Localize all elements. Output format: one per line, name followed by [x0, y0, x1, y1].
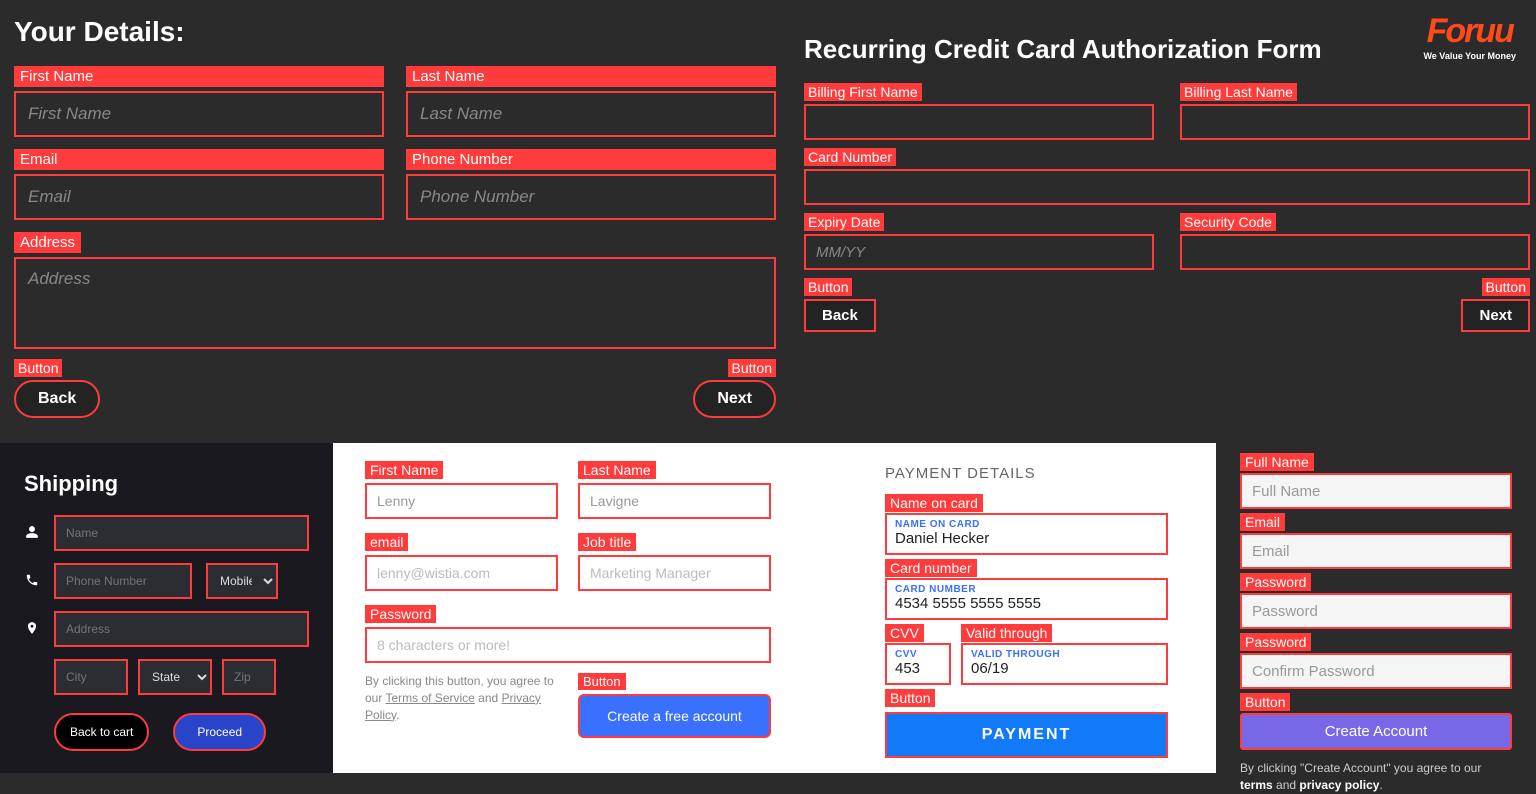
ca-email-label: Email [1240, 513, 1285, 531]
ca-fullname-input[interactable] [1240, 473, 1512, 509]
name-on-card-inner-label: NAME ON CARD [895, 519, 1158, 530]
shipping-phone-input[interactable] [54, 563, 192, 599]
valid-through-value: 06/19 [971, 660, 1158, 677]
first-name-input[interactable] [14, 91, 384, 137]
shipping-address-input[interactable] [54, 611, 309, 647]
su-email-input[interactable] [365, 555, 558, 591]
address-input[interactable] [14, 257, 776, 349]
su-pw-input[interactable] [365, 627, 771, 663]
security-input[interactable] [1180, 234, 1530, 270]
zip-input[interactable] [222, 659, 276, 695]
expiry-input[interactable] [804, 234, 1154, 270]
brand-logo: Foruu We Value Your Money [1423, 12, 1516, 61]
shipping-name-input[interactable] [54, 515, 309, 551]
email-input[interactable] [14, 174, 384, 220]
last-name-label: Last Name [406, 66, 776, 87]
cvv-inner-label: CVV [895, 649, 941, 660]
city-input[interactable] [54, 659, 128, 695]
security-label: Security Code [1180, 213, 1276, 231]
cvv-value: 453 [895, 660, 941, 677]
name-on-card-input[interactable]: NAME ON CARD Daniel Hecker [885, 513, 1168, 555]
phone-input[interactable] [406, 174, 776, 220]
card-number-field[interactable]: CARD NUMBER 4534 5555 5555 5555 [885, 578, 1168, 620]
name-on-card-value: Daniel Hecker [895, 530, 1158, 547]
cc-next-button[interactable]: Next [1461, 299, 1530, 332]
su-terms-text: By clicking this button, you agree to ou… [365, 673, 558, 723]
create-free-account-button[interactable]: Create a free account [578, 694, 771, 738]
su-email-label: email [365, 533, 408, 551]
phone-label: Phone Number [406, 149, 776, 170]
pin-icon [24, 621, 40, 638]
ca-cpw-input[interactable] [1240, 653, 1512, 689]
card-number-value: 4534 5555 5555 5555 [895, 595, 1158, 612]
back-to-cart-button[interactable]: Back to cart [54, 713, 149, 751]
shipping-heading: Shipping [24, 471, 309, 497]
ca-fullname-label: Full Name [1240, 453, 1314, 471]
logo-sub: We Value Your Money [1423, 51, 1516, 61]
logo-text: Foruu [1427, 12, 1513, 51]
card-number-inner-label: CARD NUMBER [895, 584, 1158, 595]
ca-pw-label: Password [1240, 573, 1311, 591]
last-name-input[interactable] [406, 91, 776, 137]
valid-through-field[interactable]: VALID THROUGH 06/19 [961, 643, 1168, 685]
cc-back-button[interactable]: Back [804, 299, 876, 332]
ca-pw-input[interactable] [1240, 593, 1512, 629]
cc-next-tag: Button [1482, 278, 1530, 296]
person-icon [24, 525, 40, 542]
address-label: Address [14, 232, 81, 253]
ca-email-input[interactable] [1240, 533, 1512, 569]
cvv-tag: CVV [885, 624, 924, 642]
su-job-input[interactable] [578, 555, 771, 591]
name-on-card-tag: Name on card [885, 494, 983, 512]
ca-btn-tag: Button [1240, 693, 1290, 711]
payment-button[interactable]: PAYMENT [885, 712, 1168, 758]
valid-through-tag: Valid through [961, 624, 1052, 642]
phone-icon [24, 573, 40, 590]
state-select[interactable]: State [138, 659, 212, 695]
card-number-input[interactable] [804, 169, 1530, 205]
cvv-field[interactable]: CVV 453 [885, 643, 951, 685]
card-number-tag: Card number [885, 559, 977, 577]
ca-terms-link[interactable]: terms [1240, 778, 1273, 792]
back-button-tag: Button [14, 359, 62, 377]
billing-lname-input[interactable] [1180, 104, 1530, 140]
su-pw-label: Password [365, 605, 436, 623]
ca-privacy-link[interactable]: privacy policy [1299, 778, 1379, 792]
payment-btn-tag: Button [885, 689, 935, 707]
su-lname-label: Last Name [578, 461, 656, 479]
proceed-button[interactable]: Proceed [173, 713, 266, 751]
ca-terms-text: By clicking "Create Account" you agree t… [1240, 760, 1512, 794]
cc-back-tag: Button [804, 278, 852, 296]
email-label: Email [14, 149, 384, 170]
create-account-button[interactable]: Create Account [1240, 713, 1512, 750]
payment-heading: PAYMENT DETAILS [885, 465, 1168, 482]
next-button[interactable]: Next [693, 380, 776, 418]
back-button[interactable]: Back [14, 380, 100, 418]
su-job-label: Job title [578, 533, 636, 551]
first-name-label: First Name [14, 66, 384, 87]
su-fname-label: First Name [365, 461, 443, 479]
billing-fname-label: Billing First Name [804, 83, 922, 101]
cc-form-heading: Recurring Credit Card Authorization Form [804, 34, 1530, 65]
valid-through-inner-label: VALID THROUGH [971, 649, 1158, 660]
expiry-label: Expiry Date [804, 213, 884, 231]
terms-link[interactable]: Terms of Service [385, 691, 474, 705]
create-acct-tag: Button [578, 673, 626, 690]
next-button-tag: Button [728, 359, 776, 377]
su-fname-input[interactable] [365, 483, 558, 519]
ca-cpw-label: Password [1240, 633, 1311, 651]
billing-fname-input[interactable] [804, 104, 1154, 140]
su-lname-input[interactable] [578, 483, 771, 519]
shipping-mobile-select[interactable]: Mobile [206, 563, 278, 599]
your-details-heading: Your Details: [14, 16, 776, 48]
billing-lname-label: Billing Last Name [1180, 83, 1297, 101]
card-number-label: Card Number [804, 148, 896, 166]
